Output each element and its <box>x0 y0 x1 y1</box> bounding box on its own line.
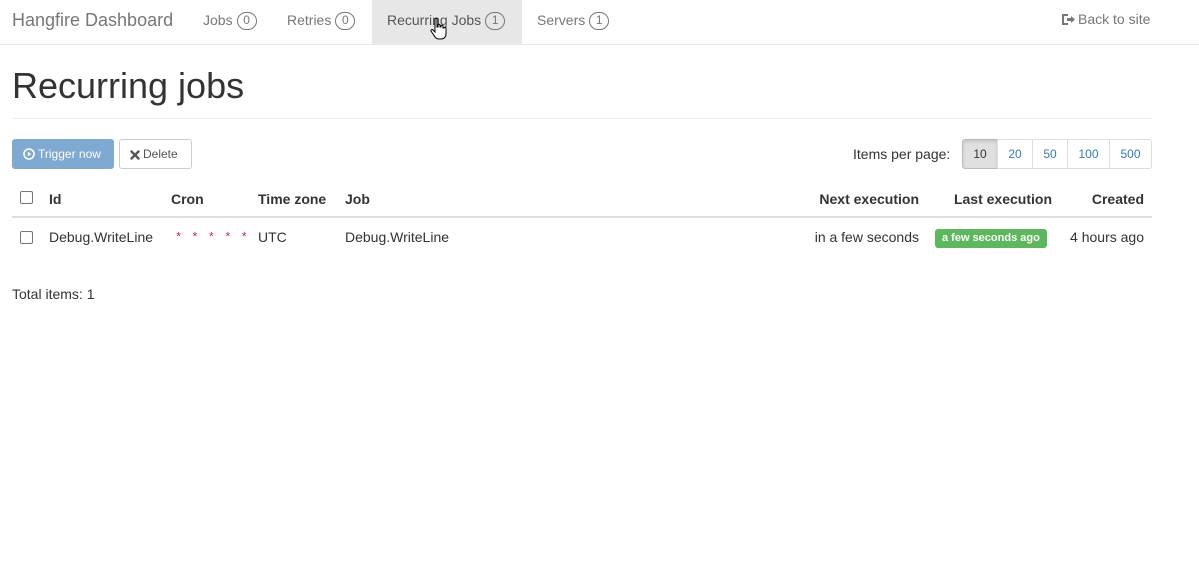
row-cron: * * * * * <box>175 231 249 245</box>
per-page-option-50[interactable]: 50 <box>1032 139 1068 169</box>
column-header-last-execution: Last execution <box>953 191 1052 207</box>
nav-item-label: Servers <box>537 12 586 28</box>
back-to-site-label: Back to site <box>1078 11 1151 27</box>
page-title: Recurring jobs <box>12 65 245 106</box>
jobs-count-badge: 0 <box>236 12 257 30</box>
retries-count-badge: 0 <box>335 12 356 30</box>
row-created: 4 hours ago <box>1070 229 1144 245</box>
column-header-cron: Cron <box>171 191 204 207</box>
trigger-now-label: Trigger now <box>38 147 101 161</box>
row-job: Debug.WriteLine <box>345 229 450 245</box>
column-header-id: Id <box>49 191 62 207</box>
recurring-jobs-count-badge: 1 <box>485 12 506 30</box>
per-page-option-10[interactable]: 10 <box>962 139 998 169</box>
per-page-option-500[interactable]: 500 <box>1109 139 1152 169</box>
column-header-time-zone: Time zone <box>258 191 327 207</box>
nav-item-label: Jobs <box>203 12 233 28</box>
nav-item-jobs[interactable]: Jobs 0 <box>188 0 272 44</box>
column-header-next-execution: Next execution <box>819 191 919 207</box>
total-items-text: Total items: 1 <box>12 286 95 302</box>
select-all-checkbox[interactable] <box>20 191 33 204</box>
row-last-execution-badge[interactable]: a few seconds ago <box>935 229 1047 248</box>
servers-count-badge: 1 <box>589 12 610 30</box>
per-page-option-100[interactable]: 100 <box>1067 139 1110 169</box>
navbar: Hangfire Dashboard Jobs 0 Retries 0 Recurr… <box>0 0 1199 45</box>
row-id-link[interactable]: Debug.WriteLine <box>49 229 153 245</box>
per-page-option-20[interactable]: 20 <box>997 139 1033 169</box>
column-header-created: Created <box>1091 191 1144 207</box>
row-time-zone: UTC <box>258 229 287 245</box>
nav-item-retries[interactable]: Retries 0 <box>272 0 370 44</box>
row-next-execution: in a few seconds <box>814 229 919 245</box>
sign-out-icon <box>1062 14 1075 25</box>
delete-label: Delete <box>143 147 178 161</box>
column-header-job: Job <box>345 191 370 207</box>
back-to-site-link[interactable]: Back to site <box>1061 0 1150 44</box>
trigger-now-button[interactable]: Trigger now <box>12 139 114 169</box>
nav-item-recurring-jobs[interactable]: Recurring Jobs 1 <box>372 0 522 44</box>
title-divider <box>12 118 1152 119</box>
delete-button[interactable]: Delete <box>119 139 192 169</box>
brand-link[interactable]: Hangfire Dashboard <box>12 10 173 31</box>
nav-item-servers[interactable]: Servers 1 <box>522 0 624 44</box>
nav-item-label: Recurring Jobs <box>387 12 482 28</box>
table-header-divider <box>12 216 1152 218</box>
play-circle-icon <box>23 148 35 160</box>
row-checkbox[interactable] <box>20 231 33 244</box>
nav-item-label: Retries <box>287 12 332 28</box>
items-per-page-label: Items per page: <box>853 146 951 162</box>
times-icon <box>130 150 140 160</box>
